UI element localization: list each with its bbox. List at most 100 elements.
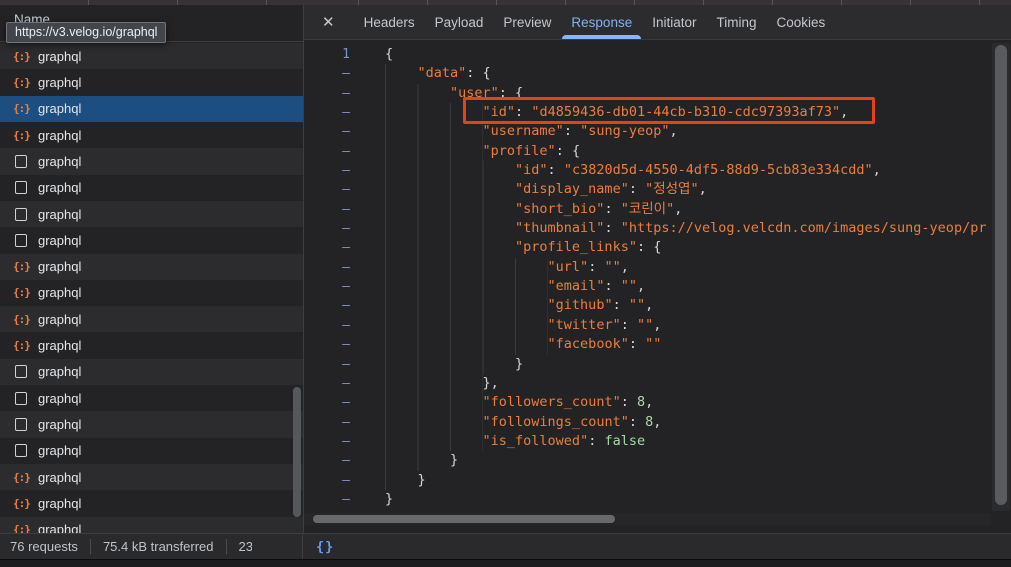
- tab-cookies[interactable]: Cookies: [777, 5, 826, 39]
- document-icon: [15, 154, 27, 168]
- request-row[interactable]: graphql: [0, 200, 303, 228]
- line-content: "username": "sung-yeop",: [385, 122, 678, 142]
- line-gutter: –: [342, 337, 350, 353]
- line-gutter: –: [342, 182, 350, 198]
- tab-initiator[interactable]: Initiator: [652, 5, 696, 39]
- json-braces-icon: [13, 313, 29, 326]
- window-bottom-edge: [0, 559, 1011, 567]
- indent-guides: [385, 431, 483, 452]
- request-row[interactable]: graphql: [0, 464, 303, 491]
- line-gutter: –: [342, 105, 350, 121]
- line-gutter: –: [342, 453, 350, 469]
- request-name: graphql: [38, 206, 82, 222]
- request-row[interactable]: graphql: [0, 306, 303, 333]
- request-row[interactable]: graphql: [0, 411, 303, 438]
- request-name: graphql: [38, 153, 82, 169]
- line-content: "id": "c3820d5d-4550-4df5-88d9-5cb83e334…: [385, 161, 881, 181]
- request-row[interactable]: graphql: [0, 148, 303, 175]
- line-gutter: –: [342, 356, 350, 372]
- transferred-size: 75.4 kB transferred: [102, 539, 214, 554]
- line-content: "user": {: [385, 83, 523, 104]
- request-row[interactable]: graphql: [0, 227, 303, 254]
- code-line: 1{: [304, 45, 991, 64]
- json-braces-icon: [13, 339, 29, 352]
- document-icon: [15, 391, 27, 405]
- request-name: graphql: [38, 180, 82, 196]
- line-gutter: –: [342, 124, 350, 140]
- indent-guides: [385, 122, 483, 142]
- request-name: graphql: [38, 311, 82, 327]
- line-content: }: [385, 470, 426, 490]
- line-gutter: –: [342, 433, 350, 449]
- request-name: graphql: [38, 259, 82, 275]
- request-row[interactable]: graphql: [0, 490, 303, 517]
- request-row[interactable]: graphql: [0, 358, 303, 386]
- format-json-icon[interactable]: {}: [316, 539, 334, 555]
- horizontal-scrollbar-thumb[interactable]: [313, 515, 615, 523]
- indent-guides: [385, 199, 516, 220]
- request-row[interactable]: graphql: [0, 385, 303, 412]
- code-line: –},: [304, 373, 991, 394]
- request-name: graphql: [38, 495, 82, 511]
- summary-divider: [89, 539, 91, 554]
- horizontal-scrollbar[interactable]: [304, 513, 991, 525]
- tab-response[interactable]: Response: [562, 5, 641, 39]
- code-line: –}: [304, 470, 991, 490]
- document-icon: [15, 233, 27, 247]
- code-line: – "profile": {: [304, 141, 991, 162]
- indent-guides: [385, 335, 548, 355]
- detail-tab-bar: ✕ Headers Payload Preview Response Initiator…: [304, 5, 1011, 40]
- tab-payload[interactable]: Payload: [435, 5, 484, 39]
- code-line: – "github": "",: [304, 296, 991, 316]
- line-gutter: –: [342, 163, 350, 179]
- line-content: "data": {: [385, 64, 491, 84]
- request-row[interactable]: graphql: [0, 69, 303, 96]
- code-line: –}: [304, 354, 991, 374]
- request-row[interactable]: graphql: [0, 121, 303, 149]
- tab-headers[interactable]: Headers: [364, 5, 415, 39]
- line-gutter: 1: [342, 47, 350, 62]
- request-row[interactable]: graphql: [0, 516, 303, 533]
- line-content: "profile_links": {: [385, 238, 661, 258]
- code-line: – "id": "d4859436-db01-44cb-b310-cdc97393…: [304, 103, 991, 123]
- request-row[interactable]: graphql: [0, 437, 303, 464]
- line-content: "followings_count": 8,: [385, 412, 661, 432]
- line-content: "github": "",: [385, 296, 653, 316]
- line-gutter: –: [342, 414, 350, 430]
- tab-timing[interactable]: Timing: [717, 5, 757, 39]
- line-content: }: [385, 451, 458, 471]
- indent-guides: [385, 64, 418, 84]
- requests-scrollbar-thumb[interactable]: [293, 387, 301, 517]
- code-line: – "username": "sung-yeop",: [304, 122, 991, 142]
- vertical-scrollbar-thumb[interactable]: [995, 45, 1007, 505]
- request-row[interactable]: graphql: [0, 43, 303, 70]
- request-name: graphql: [38, 469, 82, 485]
- json-braces-icon: [13, 497, 29, 510]
- code-line: – "is_followed": false: [304, 431, 991, 452]
- request-name: graphql: [38, 285, 82, 301]
- indent-guides: [385, 83, 451, 104]
- request-name: graphql: [38, 48, 82, 64]
- line-content: "id": "d4859436-db01-44cb-b310-cdc97393a…: [385, 103, 848, 123]
- network-summary: 76 requests 75.4 kB transferred 23: [0, 534, 303, 559]
- request-name: graphql: [38, 443, 82, 459]
- line-content: "profile": {: [385, 141, 580, 162]
- document-icon: [15, 207, 27, 221]
- request-row[interactable]: graphql: [0, 174, 303, 201]
- status-bar: 76 requests 75.4 kB transferred 23 {}: [0, 533, 1011, 559]
- tab-preview[interactable]: Preview: [503, 5, 551, 39]
- line-content: "followers_count": 8,: [385, 393, 653, 413]
- request-row[interactable]: graphql: [0, 95, 303, 122]
- indent-guides: [385, 296, 548, 316]
- json-braces-icon: [13, 260, 29, 273]
- request-row[interactable]: graphql: [0, 253, 303, 280]
- request-row[interactable]: graphql: [0, 332, 303, 359]
- close-icon[interactable]: ✕: [322, 13, 335, 31]
- code-line: – "email": "",: [304, 277, 991, 297]
- vertical-scrollbar[interactable]: [992, 43, 1010, 511]
- line-gutter: –: [342, 395, 350, 411]
- line-content: "thumbnail": "https://velog.velcdn.com/i…: [385, 219, 986, 239]
- request-row[interactable]: graphql: [0, 279, 303, 307]
- indent-guides: [385, 373, 483, 394]
- indent-guides: [385, 161, 516, 181]
